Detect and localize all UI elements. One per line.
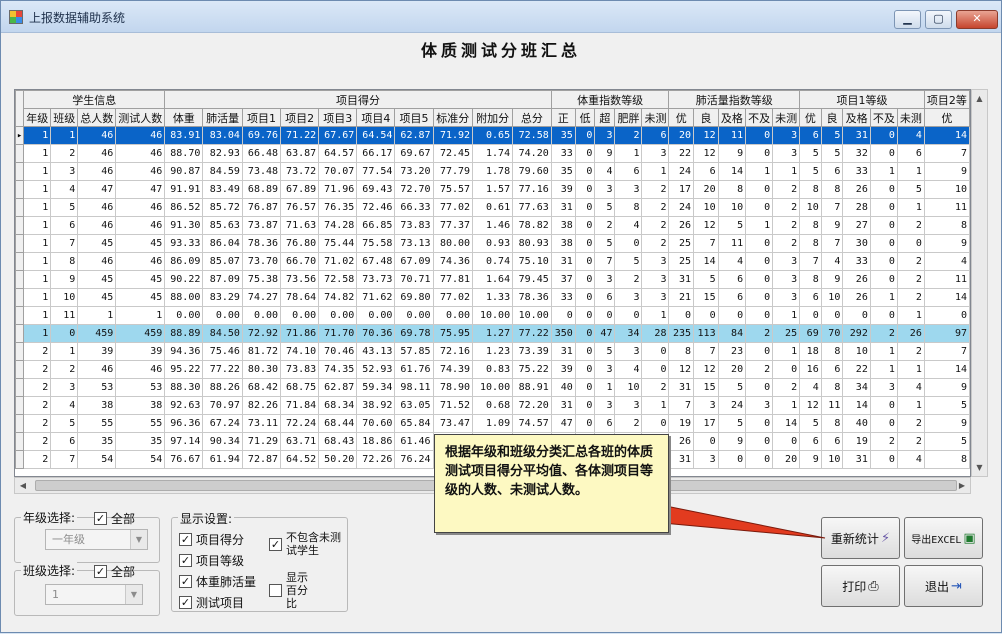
callout-note: 根据年级和班级分类汇总各班的体质测试项目得分平均值、各体测项目等级的人数、未测试… (434, 434, 669, 533)
main-window: 上报数据辅助系统 ▁ ▢ ✕ 体质测试分班汇总 学生信息 项目得分 体重指数等级… (0, 0, 1002, 633)
callout-pointer (640, 500, 826, 539)
